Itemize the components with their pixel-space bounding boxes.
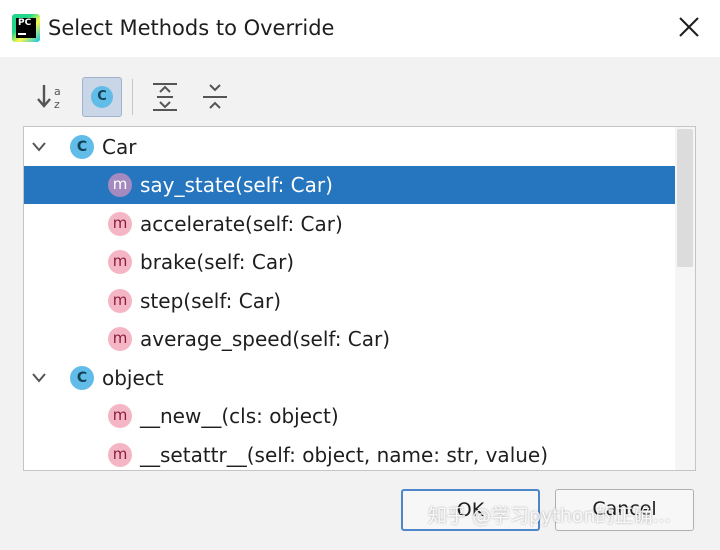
class-name: object	[102, 366, 164, 390]
dialog-title: Select Methods to Override	[48, 16, 335, 40]
sort-alphabetically-button[interactable]: a z	[32, 77, 72, 117]
method-label: say_state(self: Car)	[140, 173, 333, 197]
class-name: Car	[102, 135, 137, 159]
method-label: __setattr__(self: object, name: str, val…	[140, 443, 549, 467]
tree-method-row[interactable]: m accelerate(self: Car)	[24, 205, 675, 243]
tree-method-row[interactable]: m __setattr__(self: object, name: str, v…	[24, 436, 675, 470]
method-label: step(self: Car)	[140, 289, 282, 313]
toolbar: a z C	[28, 77, 688, 121]
methods-tree[interactable]: C Car m say_state(self: Car) m accelerat…	[23, 126, 696, 471]
class-icon: C	[70, 135, 94, 159]
tree-method-row[interactable]: m step(self: Car)	[24, 282, 675, 320]
tree-method-row[interactable]: m __new__(cls: object)	[24, 397, 675, 435]
method-label: __new__(cls: object)	[140, 404, 339, 428]
tree-class-object[interactable]: C object	[24, 359, 675, 397]
toolbar-separator	[132, 79, 133, 115]
method-icon: m	[108, 289, 132, 313]
svg-text:z: z	[54, 98, 60, 111]
show-classes-toggle[interactable]: C	[82, 77, 122, 117]
method-icon: m	[108, 327, 132, 351]
tree-method-row[interactable]: m average_speed(self: Car)	[24, 320, 675, 358]
svg-text:a: a	[54, 85, 61, 98]
scrollbar-thumb[interactable]	[677, 129, 693, 267]
dialog-titlebar: PC Select Methods to Override	[0, 0, 720, 57]
collapse-all-button[interactable]	[196, 77, 236, 117]
logo-text: PC	[18, 18, 32, 28]
pycharm-logo-icon: PC	[12, 14, 40, 42]
chevron-down-icon[interactable]	[30, 140, 48, 154]
class-icon: C	[70, 366, 94, 390]
class-icon: C	[91, 86, 113, 108]
watermark: 知乎 @学习python的正确...	[428, 505, 671, 527]
method-label: brake(self: Car)	[140, 250, 295, 274]
expand-all-button[interactable]	[146, 77, 186, 117]
sort-alphabetically-icon: a z	[37, 85, 61, 111]
close-button[interactable]	[672, 10, 706, 44]
tree-method-row[interactable]: m say_state(self: Car)	[24, 166, 675, 204]
method-icon: m	[108, 212, 132, 236]
method-icon: m	[108, 443, 132, 467]
tree-method-row[interactable]: m brake(self: Car)	[24, 243, 675, 281]
expand-all-icon	[153, 83, 177, 111]
chevron-down-icon[interactable]	[30, 371, 48, 385]
tree-class-car[interactable]: C Car	[24, 128, 675, 166]
method-icon: m	[108, 173, 132, 197]
method-label: accelerate(self: Car)	[140, 212, 343, 236]
method-label: average_speed(self: Car)	[140, 327, 391, 351]
close-icon[interactable]	[672, 10, 706, 44]
method-icon: m	[108, 250, 132, 274]
method-icon: m	[108, 404, 132, 428]
collapse-all-icon	[203, 84, 227, 109]
scrollbar-track[interactable]	[675, 127, 695, 470]
